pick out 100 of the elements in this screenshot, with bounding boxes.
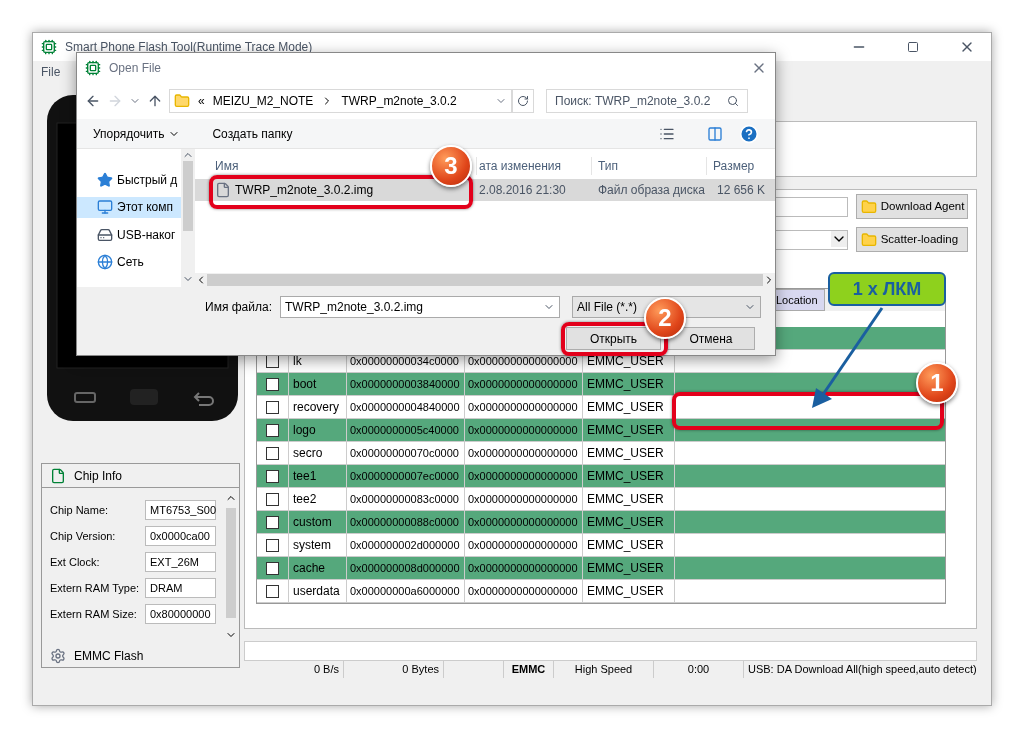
column-header[interactable]: Тип [598, 159, 618, 173]
open-button[interactable]: Открыть [566, 327, 661, 350]
table-cell: EMMC_USER [583, 557, 675, 579]
table-cell: logo [289, 419, 347, 441]
column-header[interactable]: Размер [706, 157, 755, 175]
menu-item[interactable]: File [41, 63, 61, 81]
pane-icon[interactable] [707, 125, 723, 142]
table-cell: 0x0000000004840000 [347, 396, 465, 418]
address-bar[interactable]: « MEIZU_M2_NOTE TWRP_m2note_3.0.2 [169, 89, 512, 113]
table-cell: tee1 [289, 465, 347, 487]
table-cell: 0x000000002d000000 [347, 534, 465, 556]
drive-icon [97, 226, 113, 243]
checkbox[interactable] [266, 584, 279, 598]
table-cell: 0x0000000000000000 [465, 419, 583, 441]
checkbox[interactable] [266, 446, 279, 460]
table-cell: tee2 [289, 488, 347, 510]
checkbox[interactable] [266, 469, 279, 483]
table-cell: EMMC_USER [583, 511, 675, 533]
panel-title: Chip Info [74, 467, 123, 485]
window-title: Smart Phone Flash Tool(Runtime Trace Mode) [65, 39, 313, 56]
table-cell: EMMC_USER [583, 373, 675, 395]
file-icon [215, 182, 231, 198]
dialog-title: Open File [109, 60, 162, 77]
folder-icon [174, 93, 190, 109]
table-cell: 0x00000000070c0000 [347, 442, 465, 464]
table-cell: 0x00000000088c0000 [347, 511, 465, 533]
table-cell: 0x0000000000000000 [465, 534, 583, 556]
path-segment[interactable]: MEIZU_M2_NOTE [212, 92, 314, 110]
path-prefix: « [198, 93, 205, 110]
table-cell: cache [289, 557, 347, 579]
status-storage: EMMC [504, 661, 554, 678]
table-cell: 0x0000000005c40000 [347, 419, 465, 441]
table-cell: 0x0000000000000000 [465, 557, 583, 579]
file-size: 12 656 K [716, 182, 766, 199]
filename-label: Имя файла: [205, 299, 272, 316]
status-bytes: 0 Bytes [344, 661, 444, 678]
nav-item[interactable]: Быстрый д [77, 169, 181, 191]
field-label: Chip Name: [50, 502, 110, 518]
column-header[interactable]: ата изменения [479, 159, 562, 173]
checkbox[interactable] [266, 538, 279, 552]
cancel-button[interactable]: Отмена [667, 327, 755, 350]
status-mode: High Speed [554, 661, 654, 678]
organize-menu[interactable]: Упорядочить [93, 124, 181, 143]
field-label: Ext Clock: [50, 554, 101, 570]
back-icon[interactable] [85, 93, 101, 109]
monitor-icon [97, 199, 113, 216]
field-value: MT6753_S00 [145, 500, 216, 520]
table-cell: 0x0000000003840000 [347, 373, 465, 395]
checkbox[interactable] [266, 515, 279, 529]
table-cell: 0x0000000000000000 [465, 396, 583, 418]
scatter-loading-button[interactable]: Scatter-loading [855, 227, 968, 252]
download-agent-button[interactable]: Download Agent [855, 194, 968, 219]
file-date: 2.08.2016 21:30 [479, 183, 566, 197]
table-cell: EMMC_USER [583, 534, 675, 556]
field-value: EXT_26M [145, 552, 216, 572]
up-icon[interactable] [147, 93, 163, 109]
table-cell: EMMC_USER [583, 396, 675, 418]
table-cell: EMMC_USER [583, 465, 675, 487]
refresh-button[interactable] [512, 89, 534, 113]
table-cell: EMMC_USER [583, 419, 675, 441]
field-value: 0x80000000 [145, 604, 216, 624]
table-cell: EMMC_USER [583, 488, 675, 510]
table-cell: EMMC_USER [583, 580, 675, 602]
table-cell: 0x00000000083c0000 [347, 488, 465, 510]
field-value: DRAM [145, 578, 216, 598]
status-time: 0:00 [654, 661, 744, 678]
file-row[interactable]: TWRP_m2note_3.0.2.img 2.08.2016 21:30 Файл образа диска 12 656 K [195, 179, 775, 201]
column-header[interactable]: Имя [215, 159, 239, 173]
checkbox[interactable] [266, 561, 279, 575]
table-cell: userdata [289, 580, 347, 602]
chip-icon [50, 467, 66, 484]
table-cell: recovery [289, 396, 347, 418]
gear-icon [50, 648, 66, 664]
table-cell: custom [289, 511, 347, 533]
field-label: Extern RAM Type: [50, 580, 141, 596]
path-segment[interactable]: TWRP_m2note_3.0.2 [341, 92, 457, 110]
search-field[interactable]: Поиск: TWRP_m2note_3.0.2 [546, 89, 748, 113]
table-cell: 0x0000000000000000 [465, 580, 583, 602]
checkbox[interactable] [266, 492, 279, 506]
callout-label: 1 x ЛКМ [828, 272, 946, 306]
filename-field[interactable]: TWRP_m2note_3.0.2.img [279, 296, 560, 318]
maximize-icon[interactable] [907, 41, 919, 53]
field-label: Chip Version: [50, 528, 117, 544]
checkbox[interactable] [266, 423, 279, 437]
folder-icon [860, 231, 877, 248]
new-folder-button[interactable]: Создать папку [212, 124, 293, 143]
globe-icon [97, 254, 113, 271]
nav-item[interactable]: USB-наког [77, 224, 181, 246]
file-name: TWRP_m2note_3.0.2.img [235, 182, 374, 199]
file-type: Файл образа диска [598, 183, 705, 197]
nav-item[interactable]: Сеть [77, 251, 181, 273]
nav-item[interactable]: Этот комп [77, 196, 181, 218]
table-cell: 0x0000000000000000 [465, 488, 583, 510]
star-icon [97, 171, 113, 188]
status-speed: 0 B/s [244, 661, 344, 678]
app-icon [41, 39, 57, 55]
help-icon[interactable] [739, 123, 759, 144]
checkbox[interactable] [266, 400, 279, 414]
checkbox[interactable] [266, 377, 279, 391]
field-label: Extern RAM Size: [50, 606, 138, 622]
